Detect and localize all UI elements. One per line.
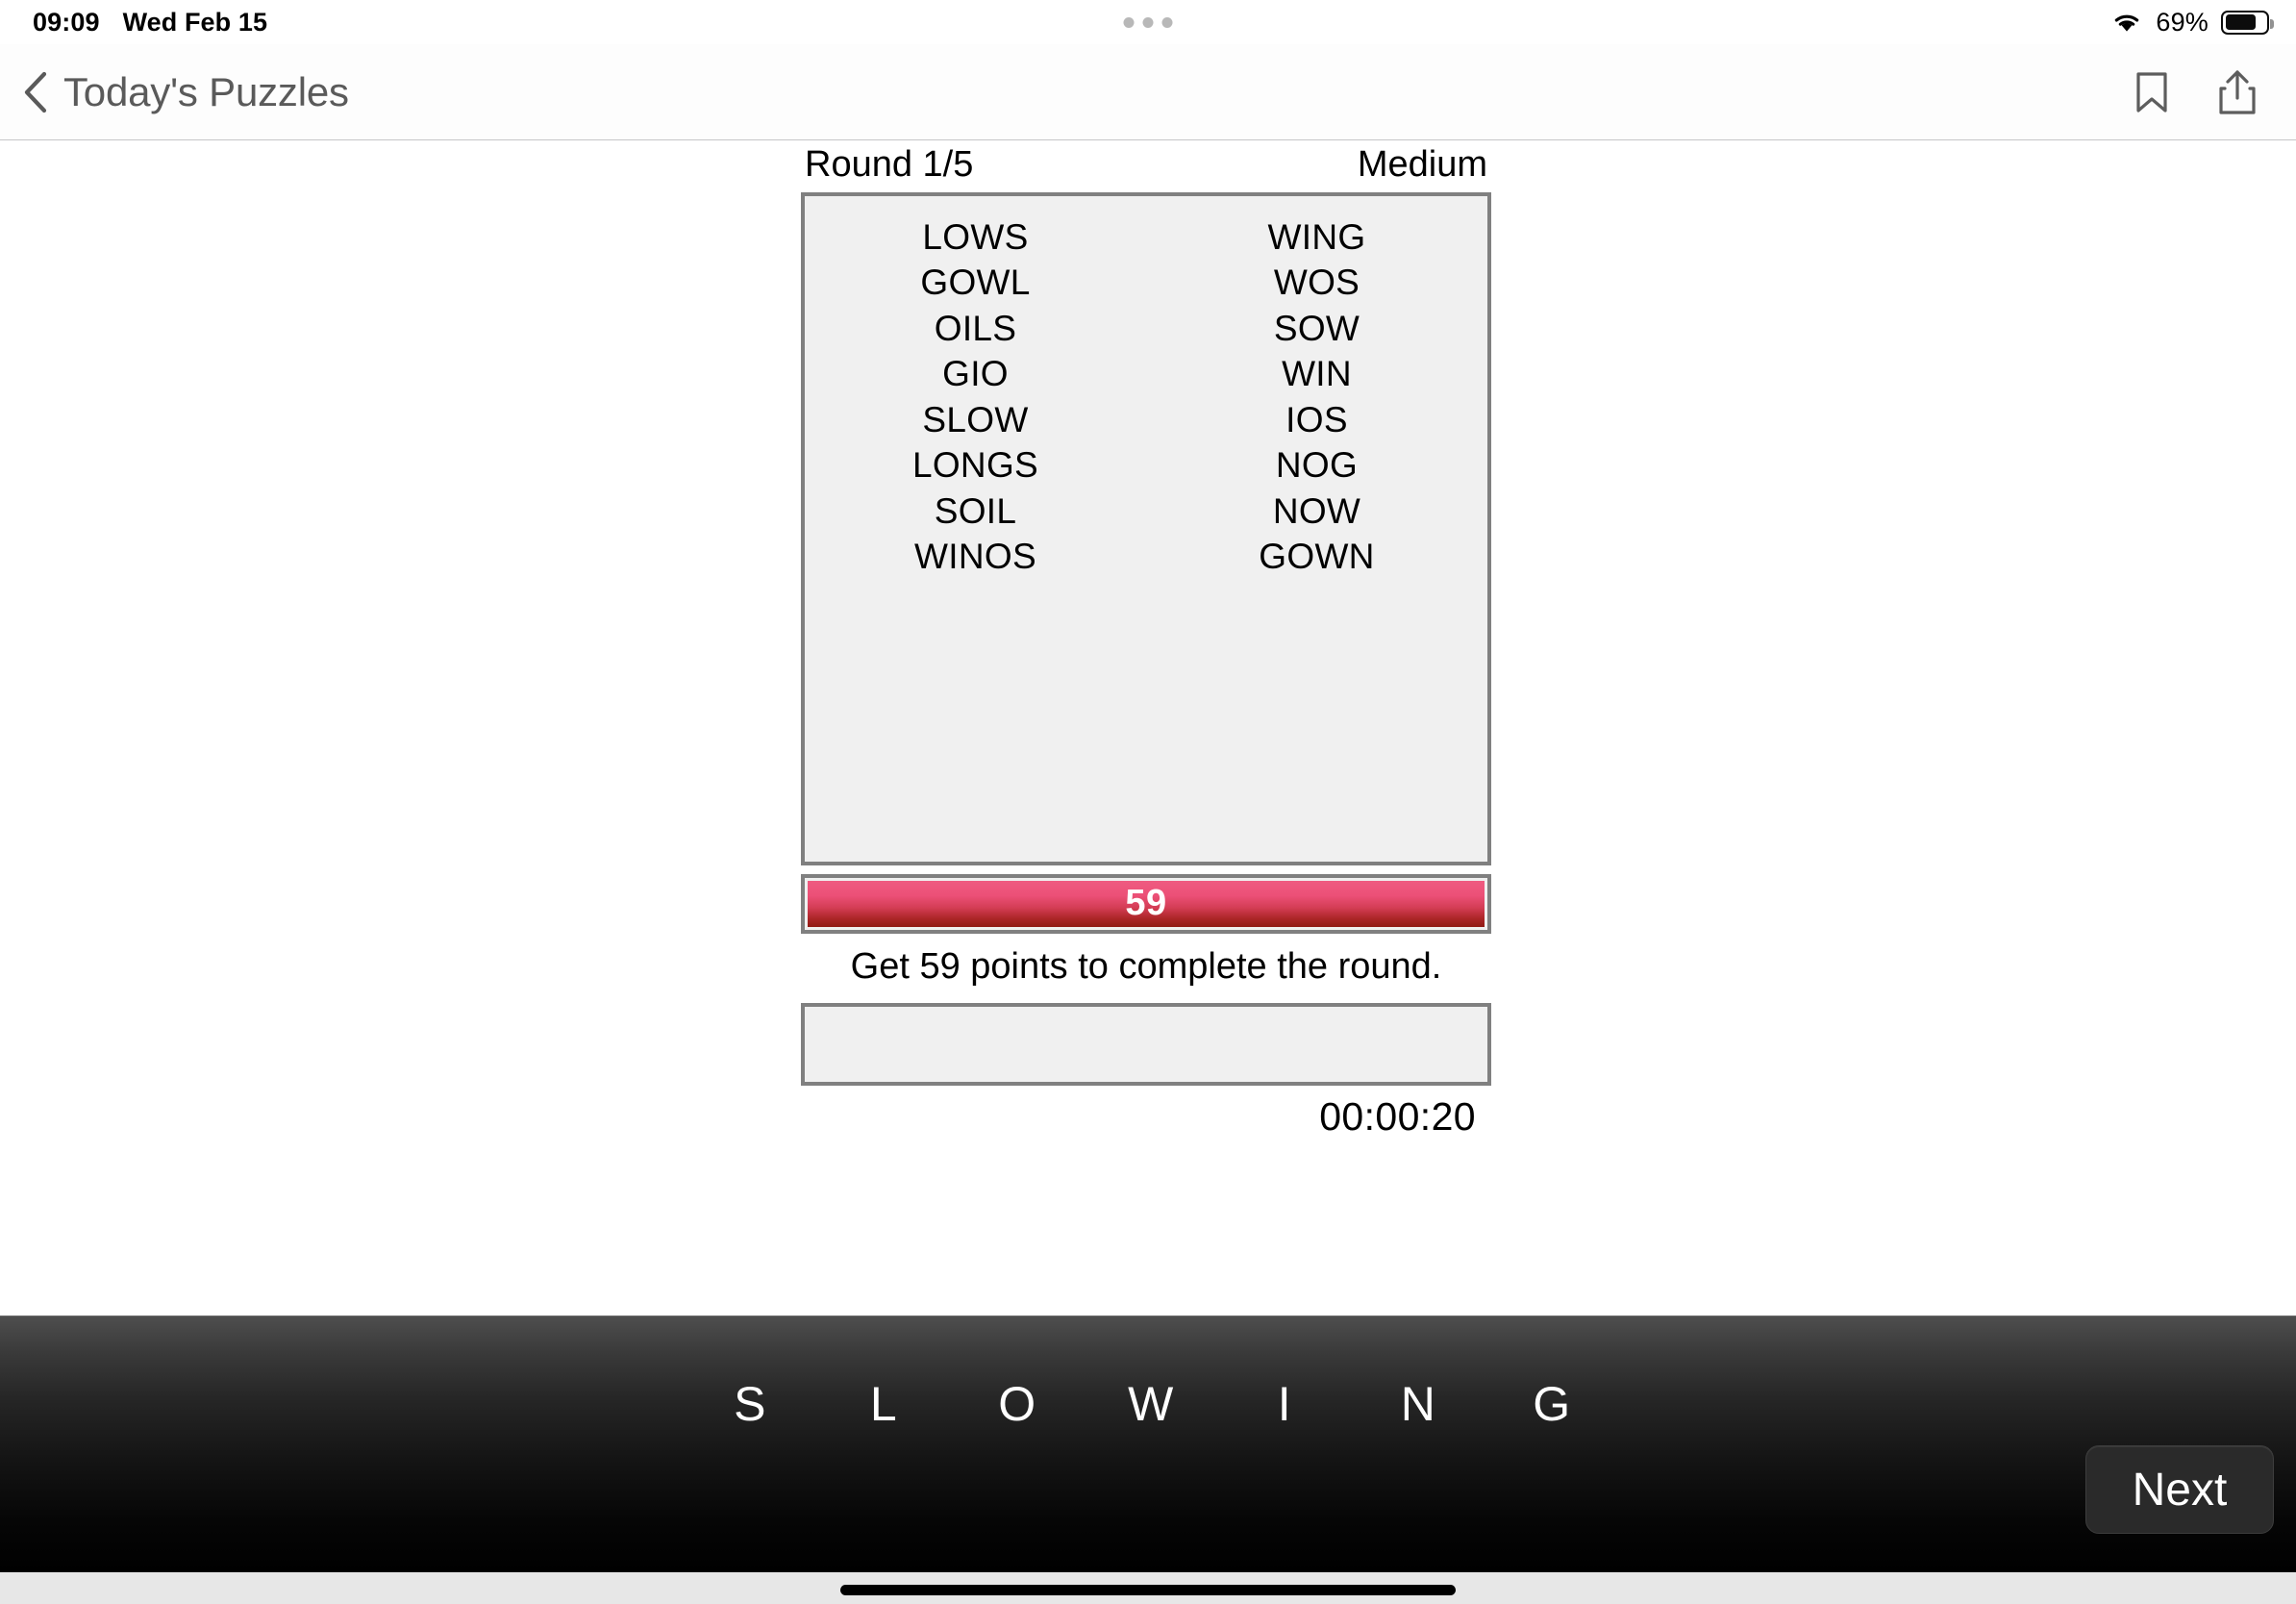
battery-percent-label: 69% [2156,7,2209,37]
letter-tile[interactable]: G [1513,1376,1590,1432]
chevron-left-icon [24,71,47,113]
found-word: LOWS [922,216,1029,257]
round-header: Round 1/5 Medium [801,144,1491,192]
home-indicator-area [0,1572,2296,1604]
next-button[interactable]: Next [2085,1445,2274,1534]
app-screen: 09:09 Wed Feb 15 69% Today's Puzzles Rou… [0,0,2296,1604]
letter-tile[interactable]: L [845,1376,922,1432]
letter-tile[interactable]: W [1112,1376,1189,1432]
bookmark-icon[interactable] [2133,70,2171,114]
score-progress-bar: 59 [801,873,1491,934]
battery-fill [2225,14,2256,30]
found-word: NOW [1272,490,1361,531]
found-words-box: LOWS GOWL OILS GIO SLOW LONGS SOIL WINOS WING WO… [801,191,1491,865]
found-word: WIN [1282,354,1352,394]
found-word: WOS [1273,263,1360,303]
status-bar-right: 69% [2110,7,2274,38]
found-word: SOW [1273,308,1360,348]
letter-tray: S L OW I NG Next [0,1316,2296,1572]
found-words-column-left: LOWS GOWL OILS GIO SLOW LONGS SOIL WINOS [805,214,1146,862]
dot [1123,16,1135,28]
found-word: SLOW [922,399,1029,439]
round-label: Round 1/5 [805,144,974,185]
found-word: OILS [934,308,1017,348]
game-area: Round 1/5 Medium LOWS GOWL OILS GIO SLOW LONG… [801,144,1491,1140]
found-word: LONGS [911,445,1039,486]
status-bar: 09:09 Wed Feb 15 69% [0,0,2296,44]
letter-rack: S L OW I NG [0,1316,2296,1480]
found-word: GOWN [1259,537,1375,577]
letter-tile[interactable]: I [1246,1376,1323,1432]
found-word: GOWL [920,263,1031,303]
answer-input[interactable] [801,1002,1491,1086]
score-progress-fill: 59 [808,880,1485,927]
difficulty-label: Medium [1357,144,1487,185]
back-button[interactable]: Today's Puzzles [21,69,349,115]
status-time: 09:09 [33,7,100,37]
found-word: IOS [1285,399,1348,439]
letter-tile[interactable]: S [711,1376,788,1432]
found-word: SOIL [934,490,1017,531]
home-indicator[interactable] [840,1585,1456,1595]
timer-label: 00:00:20 [1319,1093,1476,1139]
status-bar-left: 09:09 Wed Feb 15 [33,8,267,38]
score-value: 59 [1125,883,1167,924]
navigation-bar: Today's Puzzles [0,44,2296,140]
share-icon[interactable] [2217,68,2258,116]
dot [1161,16,1173,28]
wifi-icon [2115,14,2139,32]
letter-tile[interactable]: N [1380,1376,1457,1432]
found-words-column-right: WING WOS SOW WIN IOS NOG NOW GOWN [1146,214,1487,862]
found-word: WINOS [914,537,1036,577]
multitask-dots-icon[interactable] [1123,16,1173,28]
found-word: NOG [1275,445,1359,486]
found-word: WING [1267,216,1366,257]
status-date: Wed Feb 15 [122,7,268,37]
battery-icon [2221,10,2274,35]
navigation-actions [2133,68,2258,116]
goal-text: Get 59 points to complete the round. [850,945,1442,987]
page-title: Today's Puzzles [63,68,349,114]
letter-tile[interactable]: O [979,1376,1056,1432]
dot [1142,16,1154,28]
found-word: GIO [942,354,1009,394]
